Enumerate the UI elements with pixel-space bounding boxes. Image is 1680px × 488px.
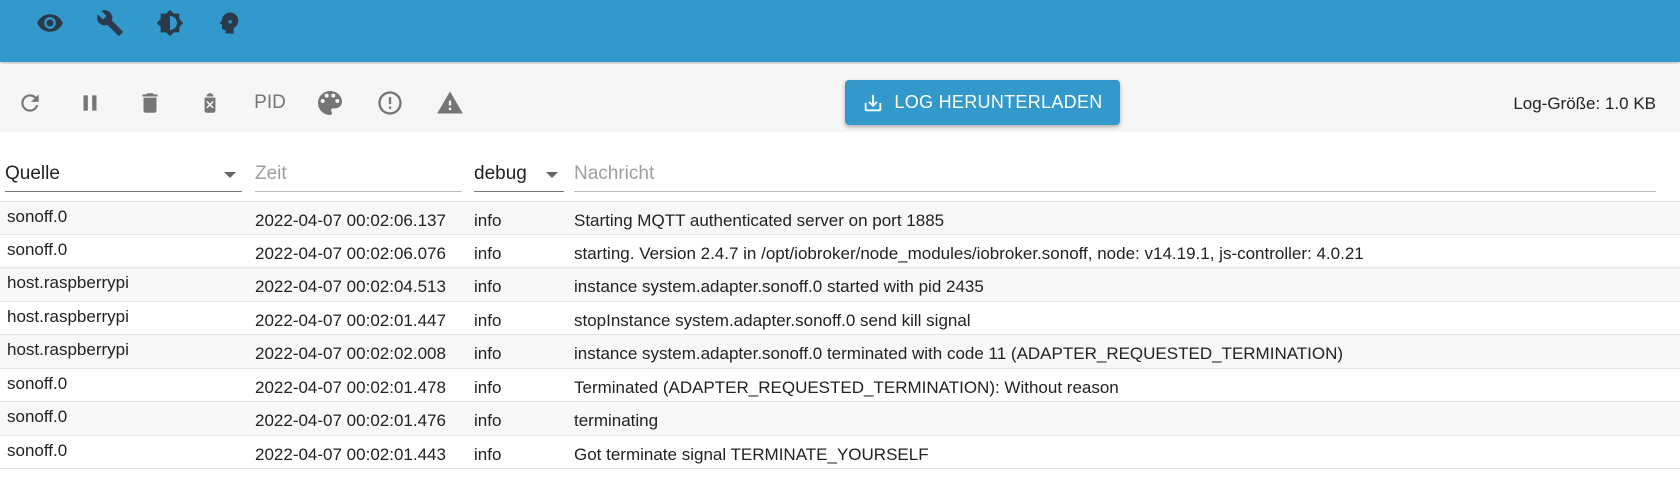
log-source: sonoff.0 bbox=[7, 440, 68, 460]
pid-label: PID bbox=[254, 92, 286, 113]
table-row: sonoff.0 2022-04-07 00:02:01.443 info Go… bbox=[0, 436, 1680, 469]
log-time: 2022-04-07 00:02:01.478 bbox=[255, 377, 446, 397]
log-message: instance system.adapter.sonoff.0 termina… bbox=[574, 344, 1344, 363]
log-message: Starting MQTT authenticated server on po… bbox=[574, 211, 945, 230]
log-severity: info bbox=[474, 411, 502, 430]
log-severity: info bbox=[474, 243, 502, 263]
table-row: host.raspberrypi 2022-04-07 00:02:04.513… bbox=[0, 268, 1680, 302]
log-severity: info bbox=[474, 310, 502, 330]
log-message: Got terminate signal TERMINATE_YOURSELF bbox=[574, 444, 929, 464]
log-time: 2022-04-07 00:02:01.443 bbox=[255, 444, 446, 464]
log-severity: info bbox=[474, 344, 502, 363]
wrench-icon[interactable] bbox=[94, 7, 126, 39]
trash-x-icon bbox=[204, 93, 216, 113]
table-row: sonoff.0 2022-04-07 00:02:01.476 info te… bbox=[0, 402, 1680, 436]
brightness-icon[interactable] bbox=[154, 7, 186, 39]
table-row: sonoff.0 2022-04-07 00:02:06.137 info St… bbox=[0, 201, 1680, 235]
time-filter-input[interactable]: Zeit bbox=[255, 156, 462, 192]
log-time: 2022-04-07 00:02:02.008 bbox=[255, 344, 446, 363]
log-severity: info bbox=[474, 444, 502, 464]
log-message: terminating bbox=[574, 411, 659, 430]
message-filter-placeholder: Nachricht bbox=[574, 162, 655, 184]
warnings-filter-button[interactable] bbox=[430, 83, 470, 123]
table-row: host.raspberrypi 2022-04-07 00:02:02.008… bbox=[0, 335, 1680, 369]
log-time: 2022-04-07 00:02:06.137 bbox=[255, 211, 446, 230]
refresh-icon bbox=[21, 94, 39, 112]
pause-button[interactable] bbox=[70, 83, 110, 123]
log-source: sonoff.0 bbox=[7, 207, 68, 226]
log-message: Terminated (ADAPTER_REQUESTED_TERMINATIO… bbox=[574, 377, 1119, 397]
chevron-down-icon bbox=[224, 172, 236, 178]
log-severity: info bbox=[474, 377, 502, 397]
time-filter-placeholder: Zeit bbox=[255, 162, 287, 184]
eye-icon[interactable] bbox=[34, 7, 66, 39]
message-filter-input[interactable]: Nachricht bbox=[574, 156, 1656, 192]
log-table: sonoff.0 2022-04-07 00:02:06.137 info St… bbox=[0, 201, 1680, 469]
log-message: instance system.adapter.sonoff.0 started… bbox=[574, 277, 984, 296]
table-row: sonoff.0 2022-04-07 00:02:01.478 info Te… bbox=[0, 369, 1680, 402]
log-source: sonoff.0 bbox=[7, 373, 68, 393]
log-source: sonoff.0 bbox=[7, 239, 68, 259]
log-time: 2022-04-07 00:02:06.076 bbox=[255, 243, 446, 263]
table-row: sonoff.0 2022-04-07 00:02:06.076 info st… bbox=[0, 235, 1680, 268]
filter-row: Quelle Zeit debug Nachricht bbox=[0, 134, 1680, 200]
level-filter-value: debug bbox=[474, 162, 527, 184]
pid-toggle-button[interactable]: PID bbox=[250, 83, 290, 123]
clear-log-button[interactable] bbox=[130, 83, 170, 123]
color-toggle-button[interactable] bbox=[310, 83, 350, 123]
log-source: host.raspberrypi bbox=[7, 340, 129, 359]
chevron-down-icon bbox=[546, 172, 558, 178]
log-time: 2022-04-07 00:02:01.476 bbox=[255, 411, 446, 430]
source-filter-select[interactable]: Quelle bbox=[5, 156, 242, 192]
log-time: 2022-04-07 00:02:01.447 bbox=[255, 310, 446, 330]
error-outline-icon bbox=[378, 91, 402, 115]
errors-filter-button[interactable] bbox=[370, 83, 410, 123]
log-source: host.raspberrypi bbox=[7, 306, 129, 326]
head-icon[interactable] bbox=[213, 7, 245, 39]
pause-icon bbox=[83, 95, 97, 111]
warning-icon bbox=[437, 91, 463, 114]
top-app-bar bbox=[0, 0, 1680, 62]
log-message: starting. Version 2.4.7 in /opt/iobroker… bbox=[574, 243, 1364, 263]
log-toolbar: PID LOG HERUNTERLADEN Log-Größe: 1.0 KB bbox=[0, 64, 1680, 132]
log-source: sonoff.0 bbox=[7, 407, 68, 426]
delete-log-file-button[interactable] bbox=[190, 83, 230, 123]
log-time: 2022-04-07 00:02:04.513 bbox=[255, 277, 446, 296]
download-log-button[interactable]: LOG HERUNTERLADEN bbox=[845, 80, 1120, 125]
download-log-label: LOG HERUNTERLADEN bbox=[894, 92, 1103, 112]
log-severity: info bbox=[474, 277, 502, 296]
level-filter-select[interactable]: debug bbox=[474, 156, 564, 192]
download-icon bbox=[865, 94, 882, 111]
log-source: host.raspberrypi bbox=[7, 273, 129, 292]
refresh-button[interactable] bbox=[10, 83, 50, 123]
log-severity: info bbox=[474, 211, 502, 230]
log-size-text: Log-Größe: 1.0 KB bbox=[1513, 94, 1656, 113]
trash-icon bbox=[142, 93, 158, 113]
palette-icon bbox=[318, 91, 342, 115]
source-filter-value: Quelle bbox=[5, 162, 60, 184]
log-message: stopInstance system.adapter.sonoff.0 sen… bbox=[574, 310, 971, 330]
table-row: host.raspberrypi 2022-04-07 00:02:01.447… bbox=[0, 302, 1680, 335]
